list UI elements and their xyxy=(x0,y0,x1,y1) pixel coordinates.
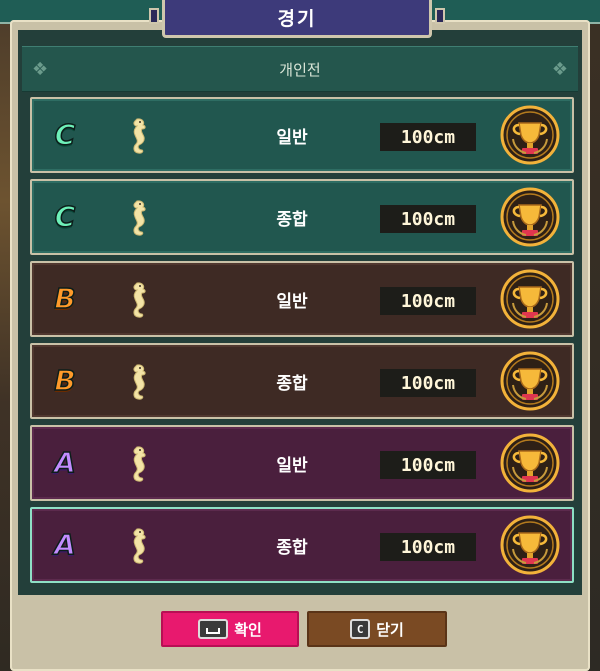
knot-ornament-icon: ❖ xyxy=(32,59,49,80)
trophy-icon[interactable] xyxy=(500,515,560,575)
trophy-icon[interactable] xyxy=(500,187,560,247)
competition-type: 일반 xyxy=(276,455,308,476)
size-requirement: 100cm xyxy=(380,123,476,151)
title-pin-right xyxy=(435,8,445,24)
seahorse-icon xyxy=(128,445,148,483)
size-requirement: 100cm xyxy=(380,287,476,315)
trophy-icon[interactable] xyxy=(500,433,560,493)
competition-row[interactable]: B 일반 100cm xyxy=(30,261,574,337)
close-label: 닫기 xyxy=(376,620,404,639)
seahorse-icon xyxy=(128,281,148,319)
seahorse-icon xyxy=(128,527,148,565)
category-header: ❖ 개인전 ❖ xyxy=(22,46,578,92)
spacebar-key-icon xyxy=(198,619,229,639)
seahorse-icon xyxy=(128,363,148,401)
grade-badge: C xyxy=(54,199,76,234)
competition-row[interactable]: A 종합 100cm xyxy=(30,507,574,583)
c-key-icon: C xyxy=(350,619,371,639)
competition-type: 일반 xyxy=(276,127,308,148)
seahorse-icon xyxy=(128,117,148,155)
category-label: 개인전 xyxy=(279,60,321,79)
confirm-button[interactable]: 확인 xyxy=(161,611,299,647)
competition-row[interactable]: C 종합 100cm xyxy=(30,179,574,255)
grade-badge: B xyxy=(54,281,77,316)
knot-ornament-icon: ❖ xyxy=(551,59,568,80)
dialog-title-tab: 경기 xyxy=(149,0,445,38)
seahorse-icon xyxy=(128,199,148,237)
size-requirement: 100cm xyxy=(380,205,476,233)
competition-row[interactable]: C 일반 100cm xyxy=(30,97,574,173)
competition-type: 종합 xyxy=(276,373,308,394)
grade-badge: C xyxy=(54,117,76,152)
size-requirement: 100cm xyxy=(380,451,476,479)
competition-row[interactable]: B 종합 100cm xyxy=(30,343,574,419)
competition-list: C 일반 100cm C 종합 100cm B 일반 100cm B 종합 100cm A 일반 100cm… xyxy=(30,97,578,589)
competition-type: 종합 xyxy=(276,209,308,230)
confirm-label: 확인 xyxy=(234,620,262,639)
size-requirement: 100cm xyxy=(380,369,476,397)
competition-row[interactable]: A 일반 100cm xyxy=(30,425,574,501)
competition-type: 종합 xyxy=(276,537,308,558)
trophy-icon[interactable] xyxy=(500,105,560,165)
dialog-title: 경기 xyxy=(277,8,317,30)
size-requirement: 100cm xyxy=(380,533,476,561)
close-button[interactable]: C 닫기 xyxy=(307,611,447,647)
grade-badge: B xyxy=(54,363,77,398)
grade-badge: A xyxy=(53,445,76,480)
grade-badge: A xyxy=(53,527,76,562)
trophy-icon[interactable] xyxy=(500,351,560,411)
competition-type: 일반 xyxy=(276,291,308,312)
trophy-icon[interactable] xyxy=(500,269,560,329)
title-pin-left xyxy=(149,8,159,24)
